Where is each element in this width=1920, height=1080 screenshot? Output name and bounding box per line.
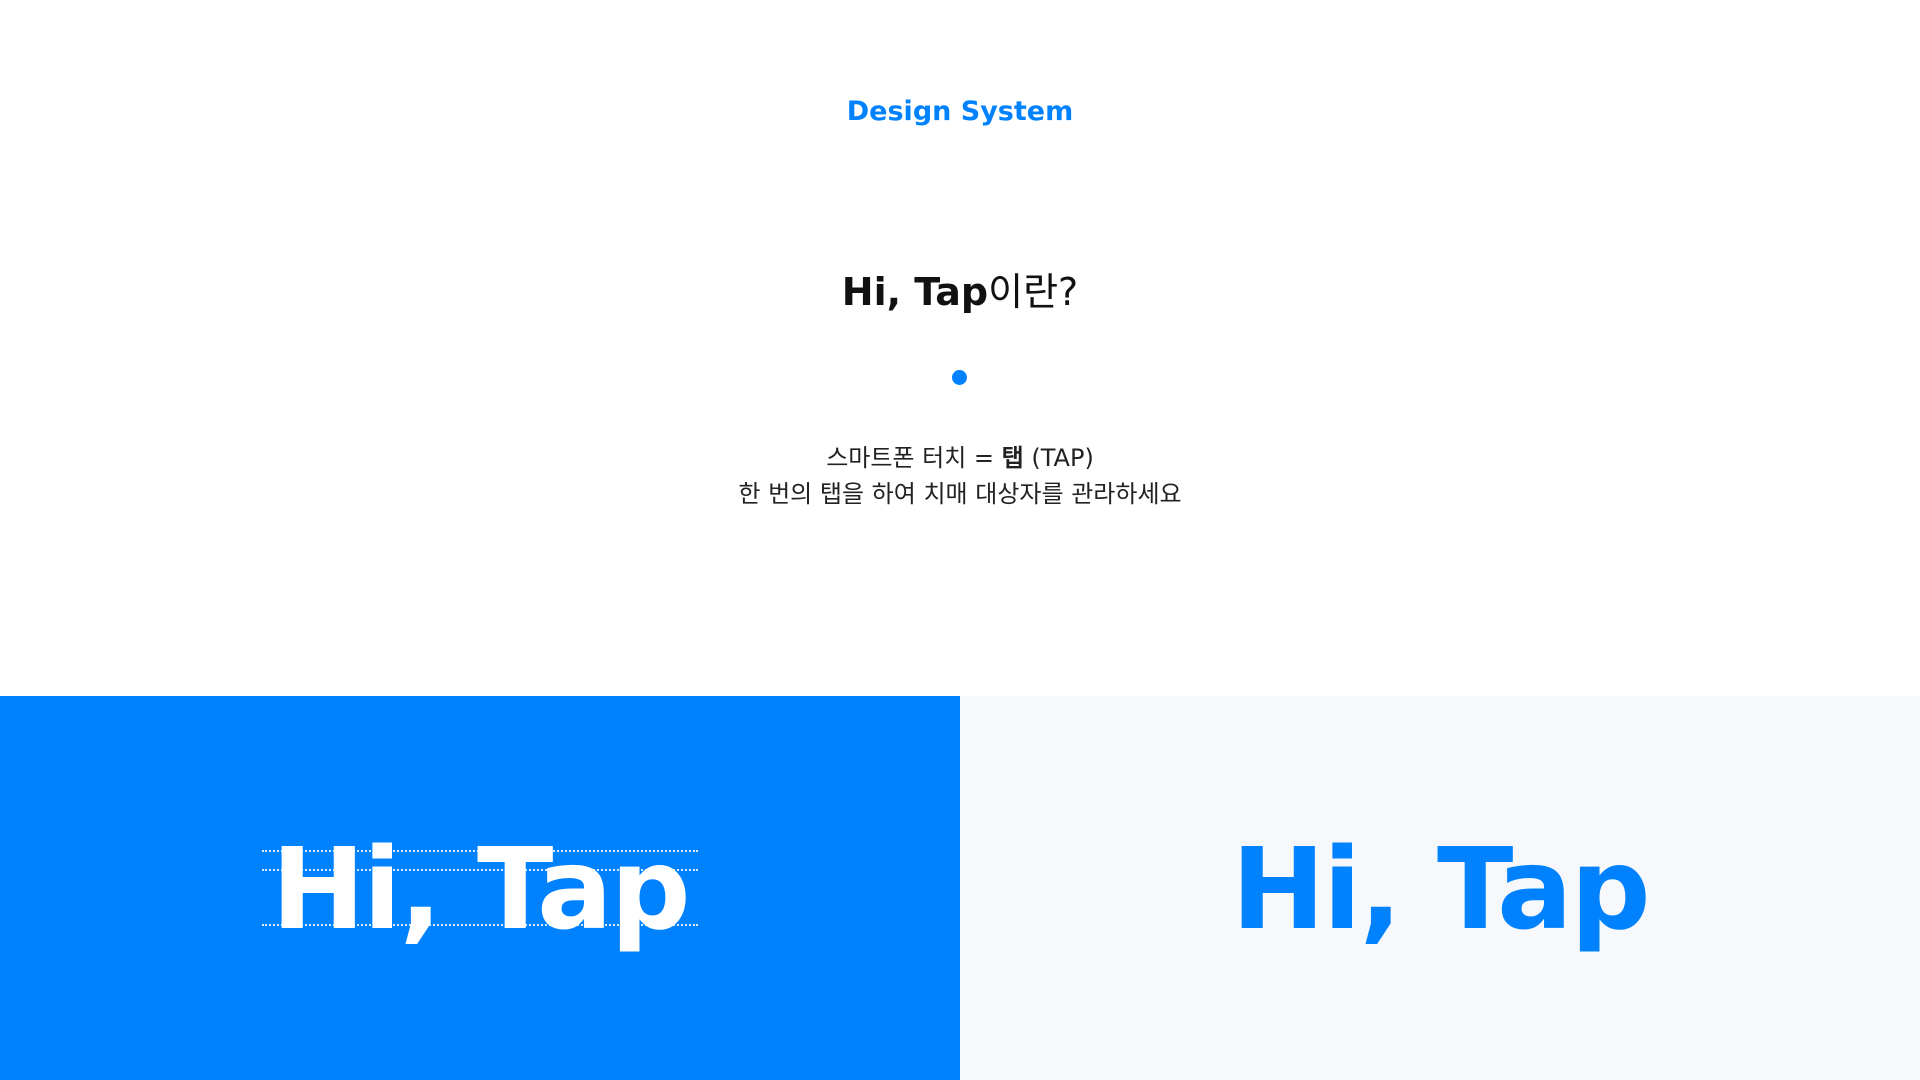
- section-eyebrow: Design System: [846, 96, 1074, 127]
- description-line-1-suffix: (TAP): [1023, 444, 1094, 472]
- description-line-1-prefix: 스마트폰 터치 =: [826, 444, 1002, 472]
- accent-dot: [952, 370, 967, 385]
- logo-panel-light: Hi, Tap: [960, 696, 1920, 1080]
- design-system-page: Design System Hi, Tap이란? 스마트폰 터치 = 탭 (TA…: [0, 0, 1920, 1080]
- description-line-1-strong: 탭: [1001, 444, 1024, 472]
- intro-description: 스마트폰 터치 = 탭 (TAP) 한 번의 탭을 하여 치매 대상자를 관라하…: [0, 440, 1920, 512]
- description-line-1: 스마트폰 터치 = 탭 (TAP): [0, 440, 1920, 476]
- title-suffix: 이란?: [988, 270, 1079, 314]
- logo-wordmark-white: Hi, Tap: [271, 825, 690, 955]
- logo-panel-blue: Hi, Tap: [0, 696, 960, 1080]
- title-brand: Hi, Tap: [841, 270, 989, 314]
- page-title: Hi, Tap이란?: [0, 266, 1920, 318]
- logo-wordmark-blue: Hi, Tap: [1231, 825, 1650, 955]
- description-line-2: 한 번의 탭을 하여 치매 대상자를 관라하세요: [738, 480, 1182, 508]
